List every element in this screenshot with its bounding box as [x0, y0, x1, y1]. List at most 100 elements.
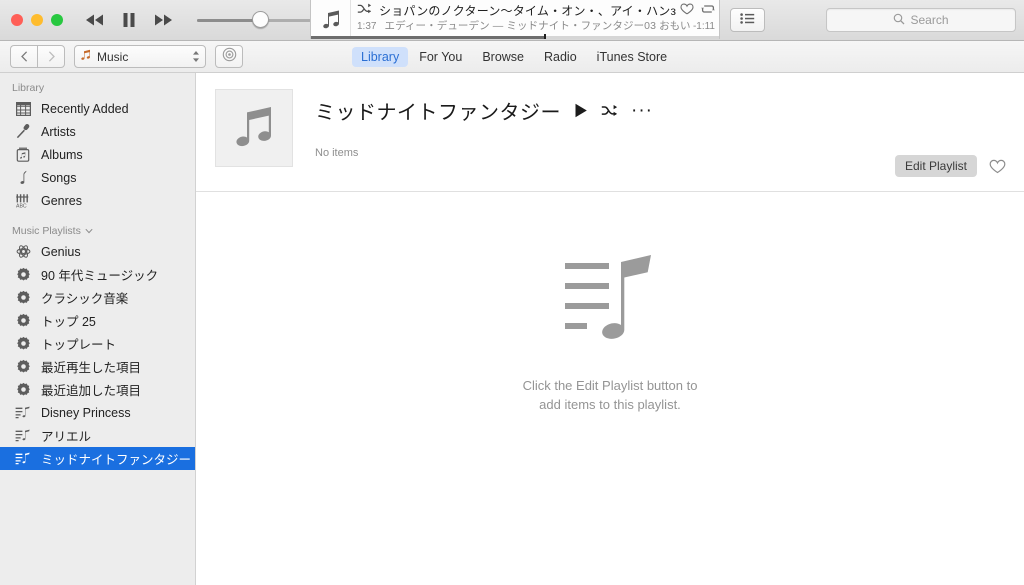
- shuffle-icon[interactable]: [601, 104, 618, 118]
- svg-text:ABC: ABC: [16, 203, 27, 208]
- gear-icon: [14, 267, 32, 282]
- up-next-button[interactable]: [730, 8, 765, 32]
- now-playing-icon-row: [680, 2, 715, 20]
- playlist-icon: [14, 429, 32, 443]
- shuffle-icon[interactable]: [357, 2, 372, 20]
- sidebar-item-top-rated[interactable]: トップレート: [0, 332, 195, 355]
- forward-button[interactable]: [37, 45, 65, 68]
- play-icon[interactable]: [574, 103, 588, 118]
- chevron-updown-icon: [192, 50, 200, 63]
- up-next-list-icon: [740, 11, 755, 29]
- search-placeholder: Search: [910, 13, 949, 27]
- window-controls: [0, 14, 63, 26]
- sidebar-item-recently-played[interactable]: 最近再生した項目: [0, 355, 195, 378]
- search-icon: [893, 13, 905, 28]
- device-button[interactable]: [215, 45, 243, 68]
- sidebar-item-ariel[interactable]: アリエル: [0, 424, 195, 447]
- sidebar-item-songs[interactable]: Songs: [0, 166, 195, 189]
- playback-progress-bar[interactable]: [311, 34, 719, 39]
- page-title: ミッドナイトファンタジー: [315, 102, 561, 124]
- edit-playlist-button[interactable]: Edit Playlist: [894, 155, 977, 177]
- love-heart-icon[interactable]: [680, 2, 694, 20]
- sidebar-item-albums[interactable]: Albums: [0, 143, 195, 166]
- remaining-time: -1:11: [692, 21, 715, 32]
- sidebar-item-label: Genres: [41, 193, 82, 208]
- ellipsis-icon[interactable]: ···: [631, 101, 653, 120]
- sidebar-section-library: Library: [0, 80, 195, 97]
- playlist-note-icon: [565, 253, 655, 354]
- search-field[interactable]: Search: [826, 8, 1016, 32]
- sidebar-item-genres[interactable]: ABC Genres: [0, 189, 195, 212]
- playlist-header: ミッドナイトファンタジー ··· No items Edit Playlist: [196, 73, 1024, 192]
- minimize-button[interactable]: [31, 14, 43, 26]
- tab-radio[interactable]: Radio: [535, 47, 586, 67]
- sidebar-item-label: Genius: [41, 244, 81, 259]
- media-kind-picker[interactable]: Music: [74, 45, 206, 68]
- device-icon: [222, 47, 237, 67]
- sidebar-item-disney-princess[interactable]: Disney Princess: [0, 401, 195, 424]
- next-button[interactable]: [153, 13, 173, 27]
- playlist-artwork[interactable]: [215, 89, 293, 167]
- gear-icon: [14, 313, 32, 328]
- sidebar-item-label: ミッドナイトファンタジー: [41, 453, 192, 467]
- chevron-down-icon[interactable]: [85, 227, 93, 236]
- sidebar-item-90s-music[interactable]: 90 年代ミュージック: [0, 263, 195, 286]
- empty-state-line1: Click the Edit Playlist button to: [522, 378, 698, 393]
- elapsed-time: 1:37: [357, 21, 377, 32]
- sidebar-section-playlists[interactable]: Music Playlists: [0, 223, 195, 240]
- genres-icon: ABC: [14, 193, 32, 208]
- playlist-icon: [14, 406, 32, 420]
- volume-slider[interactable]: [197, 10, 312, 30]
- play-pause-button[interactable]: [122, 12, 136, 28]
- sidebar: Library Recently Added Artists Albums So…: [0, 73, 196, 585]
- playlist-actions: Edit Playlist: [894, 155, 1006, 177]
- empty-state-text: Click the Edit Playlist button to add it…: [523, 376, 698, 414]
- progress-knob[interactable]: [543, 34, 546, 39]
- now-playing-info: ショパンのノクターン〜タイム・オン・、アイ・ハンз 1:37 エディー・デューデ…: [351, 0, 719, 39]
- sidebar-item-genius[interactable]: Genius: [0, 240, 195, 263]
- sidebar-item-recently-added[interactable]: Recently Added: [0, 97, 195, 120]
- volume-knob[interactable]: [252, 11, 270, 28]
- tab-itunes-store[interactable]: iTunes Store: [588, 47, 676, 67]
- back-button[interactable]: [10, 45, 37, 68]
- sidebar-item-label: Disney Princess: [41, 405, 131, 420]
- playlist-title-row: ミッドナイトファンタジー ···: [315, 96, 1006, 125]
- sidebar-item-label: 最近再生した項目: [41, 361, 142, 375]
- love-heart-icon[interactable]: [989, 159, 1006, 174]
- sidebar-item-label: Albums: [41, 147, 83, 162]
- now-playing-subtitle-row: 1:37 エディー・デューデン — ミッドナイト・ファンタジー03 おもい: [357, 18, 713, 32]
- sidebar-item-label: 90 年代ミュージック: [41, 269, 159, 283]
- close-button[interactable]: [11, 14, 23, 26]
- progress-fill: [311, 36, 544, 39]
- gear-icon: [14, 336, 32, 351]
- sidebar-item-midnight-fantasy[interactable]: ミッドナイトファンタジー: [0, 447, 195, 470]
- tab-library[interactable]: Library: [352, 46, 409, 67]
- main-panel: ミッドナイトファンタジー ··· No items Edit Playlist: [196, 73, 1024, 585]
- sidebar-item-top-25[interactable]: トップ 25: [0, 309, 195, 332]
- title-bar: ショパンのノクターン〜タイム・オン・、アイ・ハンз 1:37 エディー・デューデ…: [0, 0, 1024, 41]
- album-icon: [14, 147, 32, 162]
- microphone-icon: [14, 124, 32, 139]
- zoom-button[interactable]: [51, 14, 63, 26]
- library-tabs: Library For You Browse Radio iTunes Stor…: [352, 41, 676, 72]
- volume-fill: [197, 19, 257, 22]
- previous-button[interactable]: [85, 13, 105, 27]
- tab-browse[interactable]: Browse: [473, 47, 533, 67]
- sidebar-item-label: トップ 25: [41, 315, 96, 329]
- now-playing-title-row: ショパンのノクターン〜タイム・オン・、アイ・ハンз: [357, 3, 713, 18]
- sidebar-item-artists[interactable]: Artists: [0, 120, 195, 143]
- itunes-window: ショパンのノクターン〜タイム・オン・、アイ・ハンз 1:37 エディー・デューデ…: [0, 0, 1024, 585]
- now-playing-actions: -1:11: [661, 2, 715, 32]
- sidebar-item-recently-added-playlist[interactable]: 最近追加した項目: [0, 378, 195, 401]
- sidebar-item-classical-music[interactable]: クラシック音楽: [0, 286, 195, 309]
- now-playing-display[interactable]: ショパンのノクターン〜タイム・オン・、アイ・ハンз 1:37 エディー・デューデ…: [310, 0, 720, 39]
- nav-buttons: [10, 45, 65, 68]
- grid-icon: [14, 101, 32, 116]
- repeat-icon[interactable]: [701, 2, 715, 20]
- tab-for-you[interactable]: For You: [410, 47, 471, 67]
- playlist-icon: [14, 452, 32, 466]
- sidebar-item-label: トップレート: [41, 338, 117, 352]
- content-area: Library Recently Added Artists Albums So…: [0, 73, 1024, 585]
- note-icon: [14, 170, 32, 185]
